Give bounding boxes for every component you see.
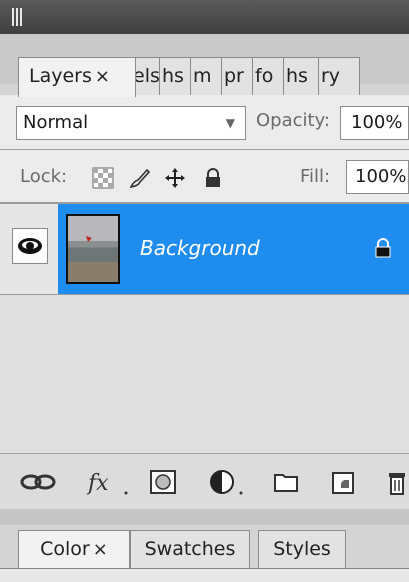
brush-icon[interactable] [128,167,150,189]
tab-layers[interactable]: Layers × [18,57,136,97]
lock-icon [375,238,391,258]
layer-mask-icon[interactable] [148,468,178,496]
lock-transparent-icon[interactable] [92,167,114,189]
new-layer-icon[interactable] [330,468,356,496]
layer-thumbnail [66,214,120,284]
lower-panel-body [0,568,409,582]
panel-separator [0,509,409,525]
eye-icon [18,238,42,254]
tab-close-icon[interactable]: × [93,539,108,560]
tab-close-icon[interactable]: × [95,66,110,87]
visibility-toggle[interactable] [12,228,48,264]
drag-grip-icon[interactable] [12,8,24,26]
tab-info[interactable]: fo [252,57,284,95]
blend-mode-select[interactable]: Normal ▼ [16,106,246,140]
chevron-down-icon: ▼ [225,116,235,130]
layer-name: Background [140,236,260,260]
tab-color[interactable]: Color × [18,530,130,568]
folder-icon[interactable] [272,468,300,496]
layers-bottom-bar: fx [0,453,409,509]
tab-navigator[interactable]: pr [221,57,253,95]
layer-selected-highlight[interactable]: Background [58,204,409,294]
tab-paths[interactable]: hs [159,57,191,95]
blend-mode-value: Normal [23,112,89,133]
tab-swatches[interactable]: Swatches [130,530,250,568]
opacity-input[interactable]: 100% [340,106,409,140]
opacity-label: Opacity: [256,110,330,131]
tab-actions[interactable]: hs [283,57,319,95]
tab-color-label: Color [40,538,90,560]
layer-row[interactable]: Background [0,203,409,295]
tab-styles[interactable]: Styles [258,530,346,568]
link-layers-icon[interactable] [18,468,58,496]
lock-all-icon[interactable] [202,167,224,189]
tab-histogram[interactable]: m [190,57,222,95]
layers-list-empty [0,295,409,453]
svg-text:fx: fx [86,471,109,496]
fx-icon[interactable]: fx [86,468,130,496]
panel-title-bar[interactable] [0,0,409,34]
move-icon[interactable] [164,167,186,189]
lock-label: Lock: [20,166,68,187]
trash-icon[interactable] [384,468,409,496]
tab-layers-label: Layers [29,65,92,87]
adjustment-layer-icon[interactable] [208,468,246,496]
fill-input[interactable]: 100% [346,160,409,194]
fill-label: Fill: [300,166,331,187]
tab-history[interactable]: ry [318,57,360,95]
